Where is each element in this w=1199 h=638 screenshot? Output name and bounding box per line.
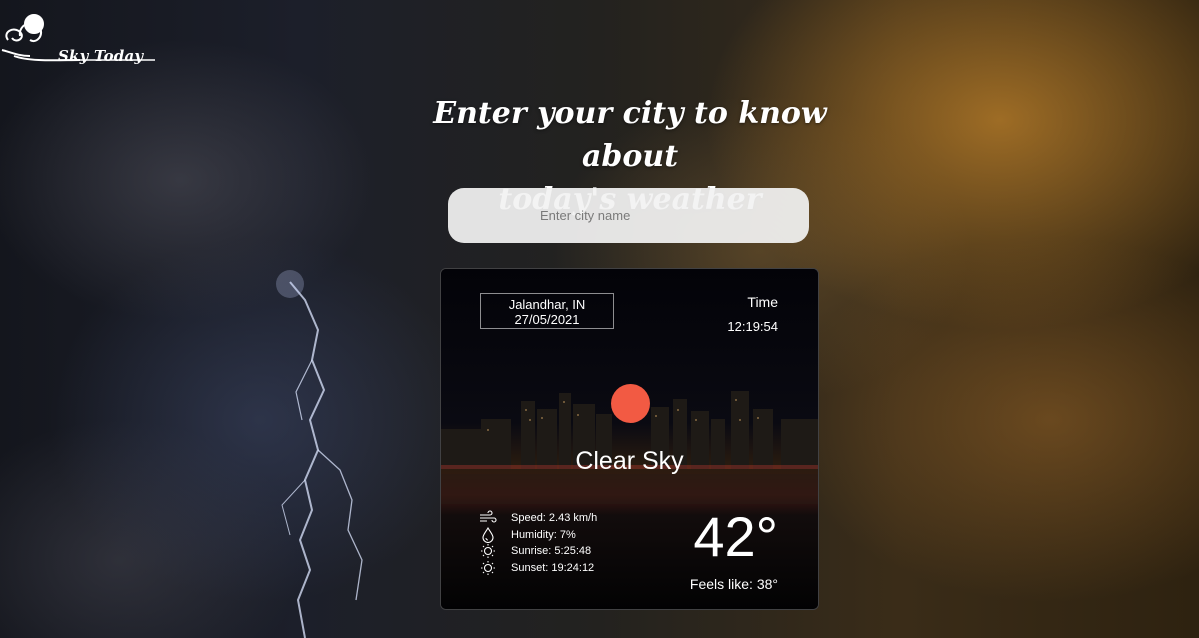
location-label: Jalandhar, IN [508,297,586,312]
time-heading: Time [747,294,778,310]
stat-sunrise: Sunrise: 5:25:48 [479,543,597,560]
stat-sunset: Sunset: 19:24:12 [479,560,597,577]
humidity-text: Humidity: 7% [511,528,576,541]
city-search-input[interactable] [540,205,780,225]
feels-like: Feels like: 38° [689,576,778,592]
brand-logo[interactable]: Sky Today [0,10,160,70]
wind-icon [480,510,497,523]
search-box [448,188,809,243]
sunset-text: Sunset: 19:24:12 [511,561,595,574]
weather-stats: Speed: 2.43 km/h Humidity: 7% Sunrise: 5… [479,510,597,576]
sunrise-text: Sunrise: 5:25:48 [511,545,592,558]
location-date-box: Jalandhar, IN 27/05/2021 [480,293,614,329]
stat-wind-speed: Speed: 2.43 km/h [479,510,597,527]
weather-condition: Clear Sky [575,447,684,475]
brand-name: Sky Today [58,47,144,65]
weather-card: Jalandhar, IN 27/05/2021 Time 12:19:54 C… [440,268,819,610]
time-value: 12:19:54 [727,319,778,334]
date-label: 27/05/2021 [514,312,580,327]
sunset-icon [481,560,495,575]
sun-icon [611,384,650,423]
headline-line-1: Enter your city to know about [433,96,827,174]
temperature: 42° [693,505,778,568]
wind-speed-text: Speed: 2.43 km/h [511,512,598,525]
humidity-icon [482,526,494,543]
sunrise-icon [481,544,495,559]
stat-humidity: Humidity: 7% [479,526,597,544]
